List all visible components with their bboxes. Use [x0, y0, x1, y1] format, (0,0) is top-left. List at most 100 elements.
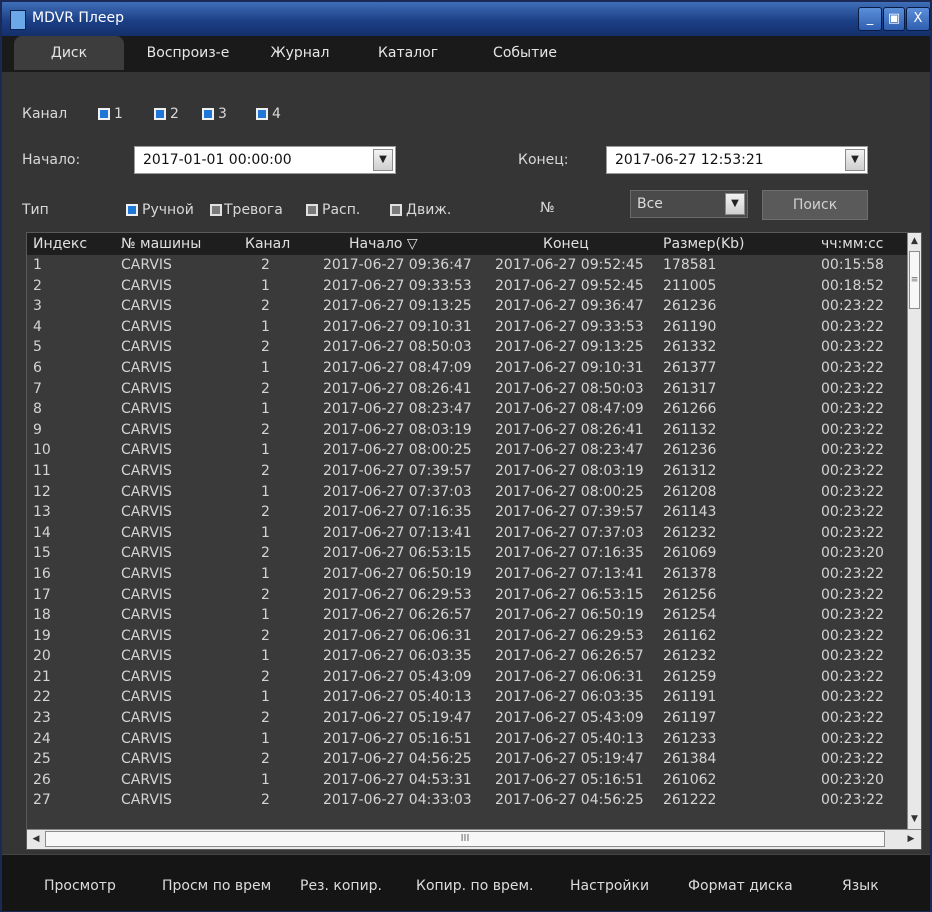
table-row[interactable]: 23 CARVIS 2 2017-06-27 05:19:47 2017-06-27 0…	[27, 708, 907, 729]
search-button[interactable]: Поиск	[762, 190, 868, 220]
horizontal-scroll-thumb[interactable]: III	[45, 831, 885, 847]
chevron-down-icon[interactable]: ▼	[845, 149, 865, 171]
channel-1-checkbox[interactable]	[98, 108, 110, 120]
cell-end: 2017-06-27 09:13:25	[495, 339, 644, 356]
table-row[interactable]: 8 CARVIS 1 2017-06-27 08:23:47 2017-06-27 08…	[27, 399, 907, 420]
settings-button[interactable]: Настройки	[570, 875, 649, 897]
type-schedule-checkbox[interactable]	[306, 204, 318, 216]
table-row[interactable]: 24 CARVIS 1 2017-06-27 05:16:51 2017-06-27 0…	[27, 729, 907, 750]
type-alarm-checkbox[interactable]	[210, 204, 222, 216]
table-row[interactable]: 6 CARVIS 1 2017-06-27 08:47:09 2017-06-27 09…	[27, 358, 907, 379]
cell-channel: 1	[261, 483, 270, 500]
cell-channel: 1	[261, 771, 270, 788]
cell-start: 2017-06-27 09:13:25	[323, 298, 472, 315]
type-motion-checkbox[interactable]	[390, 204, 402, 216]
cell-duration: 00:23:22	[821, 668, 884, 685]
tab-playback[interactable]: Воспроиз-е	[130, 36, 246, 70]
table-row[interactable]: 13 CARVIS 2 2017-06-27 07:16:35 2017-06-27 0…	[27, 502, 907, 523]
table-row[interactable]: 5 CARVIS 2 2017-06-27 08:50:03 2017-06-27 09…	[27, 337, 907, 358]
table-row[interactable]: 9 CARVIS 2 2017-06-27 08:03:19 2017-06-27 08…	[27, 420, 907, 441]
title-bar[interactable]: MDVR Плеер _ ▣ X	[2, 2, 930, 36]
table-row[interactable]: 17 CARVIS 2 2017-06-27 06:29:53 2017-06-27 0…	[27, 585, 907, 606]
cell-size: 261069	[663, 545, 717, 562]
cell-size: 261143	[663, 504, 717, 521]
channel-3-checkbox[interactable]	[202, 108, 214, 120]
cell-size: 261232	[663, 524, 717, 541]
cell-size: 261132	[663, 421, 717, 438]
type-schedule-label: Расп.	[322, 202, 361, 218]
table-row[interactable]: 7 CARVIS 2 2017-06-27 08:26:41 2017-06-27 08…	[27, 379, 907, 400]
table-row[interactable]: 26 CARVIS 1 2017-06-27 04:53:31 2017-06-27 0…	[27, 770, 907, 791]
table-row[interactable]: 19 CARVIS 2 2017-06-27 06:06:31 2017-06-27 0…	[27, 626, 907, 647]
view-button[interactable]: Просмотр	[44, 875, 116, 897]
vertical-scroll-thumb[interactable]: ≡	[909, 251, 920, 309]
table-row[interactable]: 10 CARVIS 1 2017-06-27 08:00:25 2017-06-27 0…	[27, 440, 907, 461]
cell-channel: 2	[261, 298, 270, 315]
table-row[interactable]: 3 CARVIS 2 2017-06-27 09:13:25 2017-06-27 09…	[27, 296, 907, 317]
table-row[interactable]: 16 CARVIS 1 2017-06-27 06:50:19 2017-06-27 0…	[27, 564, 907, 585]
table-row[interactable]: 25 CARVIS 2 2017-06-27 04:56:25 2017-06-27 0…	[27, 749, 907, 770]
cell-index: 12	[33, 483, 51, 500]
column-header-end[interactable]: Конец	[543, 233, 589, 255]
column-header-channel[interactable]: Канал	[245, 233, 290, 255]
type-manual-checkbox[interactable]	[126, 204, 138, 216]
type-alarm-label: Тревога	[224, 202, 283, 218]
column-header-duration[interactable]: чч:мм:сс	[821, 233, 884, 255]
table-row[interactable]: 14 CARVIS 1 2017-06-27 07:13:41 2017-06-27 0…	[27, 523, 907, 544]
column-header-start[interactable]: Начало ▽	[349, 233, 418, 255]
tab-catalog[interactable]: Каталог	[358, 36, 458, 70]
table-row[interactable]: 20 CARVIS 1 2017-06-27 06:03:35 2017-06-27 0…	[27, 646, 907, 667]
table-row[interactable]: 18 CARVIS 1 2017-06-27 06:26:57 2017-06-27 0…	[27, 605, 907, 626]
column-header-vehicle[interactable]: № машины	[121, 233, 201, 255]
backup-button[interactable]: Рез. копир.	[300, 875, 382, 897]
minimize-button[interactable]: _	[858, 7, 882, 31]
cell-duration: 00:23:22	[821, 318, 884, 335]
horizontal-scrollbar[interactable]: ◀ III ▶	[27, 829, 921, 849]
column-header-index[interactable]: Индекс	[33, 233, 87, 255]
table-row[interactable]: 22 CARVIS 1 2017-06-27 05:40:13 2017-06-27 0…	[27, 687, 907, 708]
view-by-time-button[interactable]: Просм по врем	[162, 875, 271, 897]
tab-bar: Диск Воспроиз-е Журнал Каталог Событие	[2, 36, 930, 72]
language-button[interactable]: Язык	[842, 875, 879, 897]
table-row[interactable]: 1 CARVIS 2 2017-06-27 09:36:47 2017-06-27 09…	[27, 255, 907, 276]
chevron-down-icon[interactable]: ▼	[373, 149, 393, 171]
table-row[interactable]: 4 CARVIS 1 2017-06-27 09:10:31 2017-06-27 09…	[27, 317, 907, 338]
vehicle-number-select[interactable]: Все ▼	[630, 190, 748, 218]
table-row[interactable]: 12 CARVIS 1 2017-06-27 07:37:03 2017-06-27 0…	[27, 482, 907, 503]
scroll-right-icon[interactable]: ▶	[903, 831, 919, 848]
cell-vehicle: CARVIS	[121, 483, 172, 500]
tab-disk[interactable]: Диск	[14, 36, 124, 70]
tab-event[interactable]: Событие	[472, 36, 578, 70]
cell-index: 3	[33, 298, 42, 315]
column-header-size[interactable]: Размер(Kb)	[663, 233, 745, 255]
backup-by-time-button[interactable]: Копир. по врем.	[416, 875, 533, 897]
vertical-scrollbar[interactable]: ▲ ≡ ▼	[907, 233, 921, 829]
scroll-left-icon[interactable]: ◀	[28, 831, 44, 848]
format-disk-button[interactable]: Формат диска	[688, 875, 793, 897]
cell-end: 2017-06-27 08:03:19	[495, 462, 644, 479]
table-row[interactable]: 15 CARVIS 2 2017-06-27 06:53:15 2017-06-27 0…	[27, 543, 907, 564]
chevron-down-icon[interactable]: ▼	[725, 193, 745, 215]
channel-2-checkbox[interactable]	[154, 108, 166, 120]
cell-index: 8	[33, 401, 42, 418]
table-row[interactable]: 11 CARVIS 2 2017-06-27 07:39:57 2017-06-27 0…	[27, 461, 907, 482]
cell-end: 2017-06-27 09:52:45	[495, 257, 644, 273]
number-label: №	[540, 200, 555, 216]
app-icon	[10, 10, 26, 30]
tab-log[interactable]: Журнал	[252, 36, 348, 70]
channel-1-label: 1	[114, 106, 123, 122]
scroll-up-icon[interactable]: ▲	[908, 233, 921, 249]
end-datetime-picker[interactable]: 2017-06-27 12:53:21 ▼	[606, 146, 868, 174]
table-row[interactable]: 21 CARVIS 2 2017-06-27 05:43:09 2017-06-27 0…	[27, 667, 907, 688]
maximize-button[interactable]: ▣	[883, 7, 905, 31]
scroll-down-icon[interactable]: ▼	[908, 811, 921, 827]
cell-index: 10	[33, 442, 51, 459]
cell-index: 14	[33, 524, 51, 541]
close-button[interactable]: X	[906, 7, 930, 31]
cell-duration: 00:15:58	[821, 257, 884, 273]
start-datetime-picker[interactable]: 2017-01-01 00:00:00 ▼	[134, 146, 396, 174]
table-row[interactable]: 2 CARVIS 1 2017-06-27 09:33:53 2017-06-27 09…	[27, 276, 907, 297]
channel-4-checkbox[interactable]	[256, 108, 268, 120]
table-row[interactable]: 27 CARVIS 2 2017-06-27 04:33:03 2017-06-27 0…	[27, 790, 907, 811]
cell-vehicle: CARVIS	[121, 359, 172, 376]
